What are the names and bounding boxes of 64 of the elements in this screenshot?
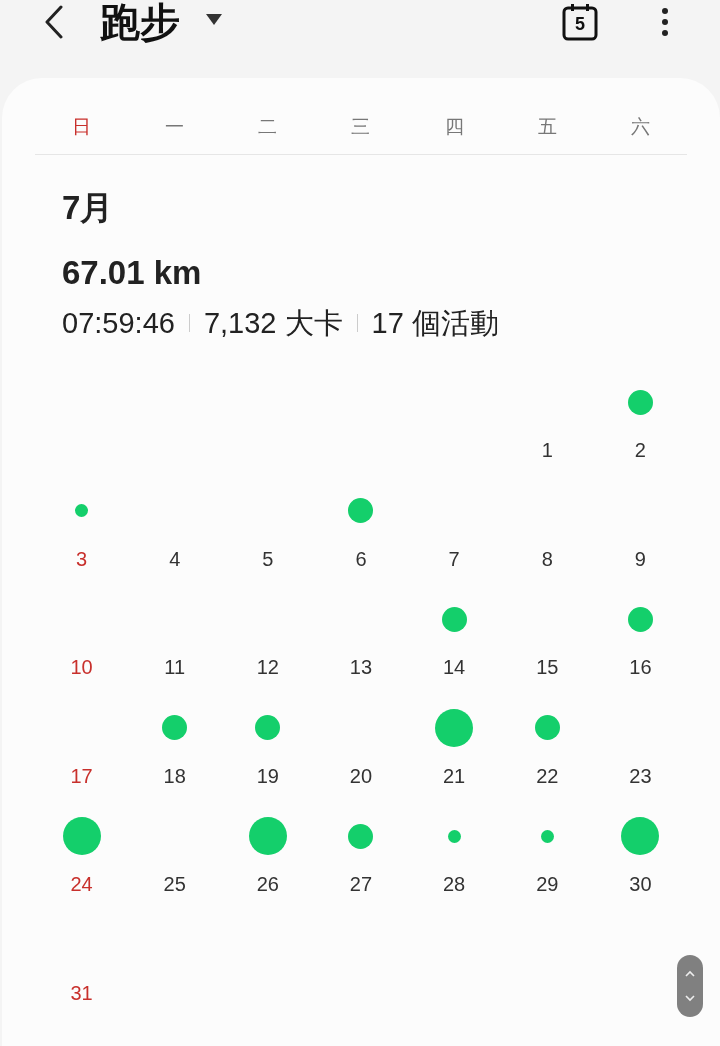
day-number[interactable]: 21 — [443, 763, 466, 788]
day-number[interactable]: 26 — [256, 872, 279, 897]
activity-dot[interactable] — [348, 823, 374, 849]
activity-dot[interactable] — [348, 498, 374, 524]
activity-dot[interactable] — [540, 829, 554, 843]
day-number[interactable]: 29 — [536, 872, 559, 897]
day-number[interactable]: 22 — [536, 763, 559, 788]
activity-dot[interactable] — [534, 715, 560, 741]
day-number[interactable]: 28 — [443, 872, 466, 897]
weekday-label: 四 — [444, 115, 464, 139]
activity-dot[interactable] — [621, 817, 660, 856]
total-duration: 07:59:46 — [62, 306, 175, 341]
activity-count: 17 個活動 — [371, 306, 499, 341]
day-number[interactable]: 24 — [70, 872, 93, 897]
weekday-label: 二 — [258, 115, 278, 139]
day-number[interactable]: 14 — [443, 655, 466, 680]
activity-dot[interactable] — [75, 504, 89, 518]
day-number[interactable]: 8 — [541, 546, 553, 571]
activity-dot[interactable] — [627, 389, 653, 415]
day-number[interactable]: 20 — [349, 763, 373, 788]
weekday-label: 五 — [537, 115, 557, 139]
day-number[interactable]: 30 — [629, 872, 652, 897]
day-number[interactable]: 23 — [629, 763, 652, 788]
activity-dot[interactable] — [255, 715, 281, 741]
activity-dot[interactable] — [447, 829, 461, 843]
back-icon[interactable] — [44, 5, 64, 39]
calendar-button[interactable]: 5 — [562, 3, 598, 41]
day-number[interactable]: 12 — [256, 655, 279, 680]
day-number[interactable]: 9 — [634, 546, 646, 571]
total-distance: 67.01 km — [62, 253, 203, 293]
weekday-label: 一 — [165, 115, 185, 139]
activity-dot[interactable] — [162, 715, 188, 741]
activity-dot[interactable] — [248, 817, 287, 856]
day-number[interactable]: 15 — [536, 655, 559, 680]
weekday-label: 三 — [351, 115, 371, 139]
day-number[interactable]: 13 — [349, 655, 373, 680]
day-number[interactable]: 25 — [163, 872, 186, 897]
day-number[interactable]: 1 — [541, 438, 553, 462]
activity-dot[interactable] — [627, 606, 653, 632]
day-number[interactable]: 18 — [163, 763, 186, 788]
page-title: 跑步 — [100, 0, 180, 46]
day-number[interactable]: 31 — [70, 980, 93, 1005]
day-number[interactable]: 2 — [634, 438, 646, 462]
day-number[interactable]: 11 — [164, 655, 186, 680]
activity-dot[interactable] — [441, 606, 467, 632]
more-options-icon[interactable] — [662, 8, 668, 36]
dropdown-caret-icon[interactable] — [206, 13, 222, 25]
day-number[interactable]: 17 — [70, 763, 93, 788]
day-number[interactable]: 4 — [169, 546, 181, 571]
day-number[interactable]: 10 — [70, 655, 93, 680]
day-number[interactable]: 3 — [76, 546, 88, 571]
activity-dot[interactable] — [62, 817, 101, 856]
day-number[interactable]: 19 — [256, 763, 279, 788]
day-number[interactable]: 16 — [629, 655, 652, 680]
day-number[interactable]: 7 — [448, 546, 460, 571]
weekday-label: 六 — [630, 115, 650, 139]
day-number[interactable]: 5 — [262, 546, 274, 571]
activity-dot[interactable] — [435, 708, 474, 747]
month-label: 7月 — [62, 188, 115, 228]
day-number[interactable]: 27 — [349, 872, 373, 897]
scroll-handle[interactable] — [677, 955, 703, 1017]
total-calories: 7,132 大卡 — [203, 306, 343, 341]
weekday-label: 日 — [72, 115, 92, 139]
day-number[interactable]: 6 — [355, 546, 367, 571]
